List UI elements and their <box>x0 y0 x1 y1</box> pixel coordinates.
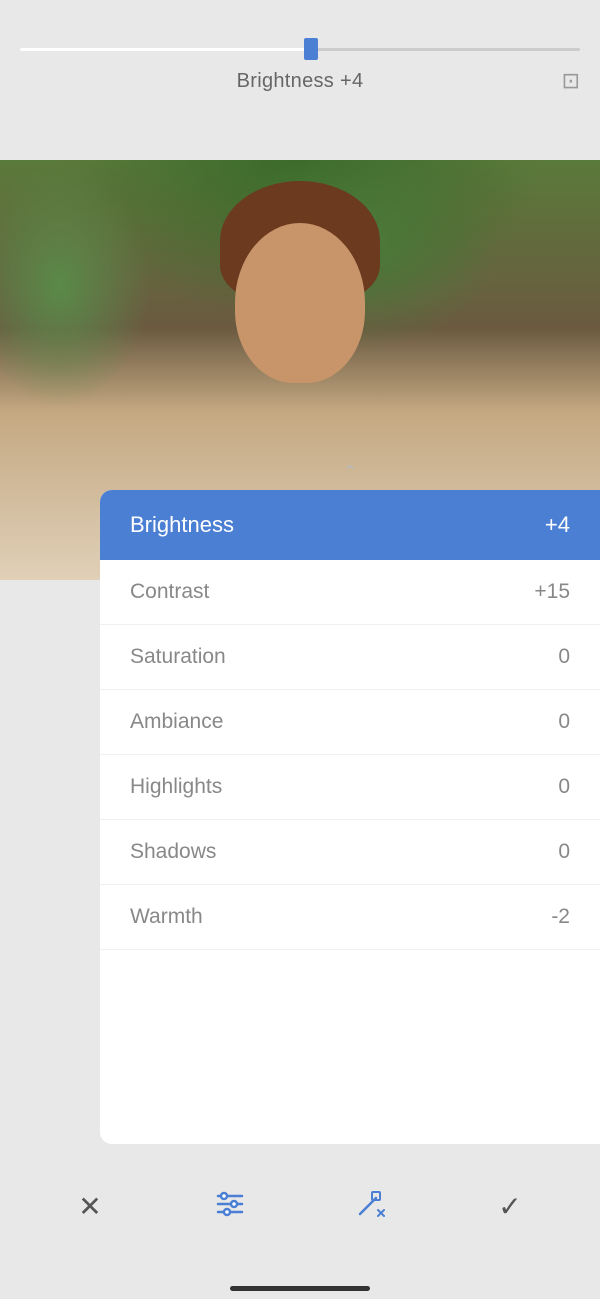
panel-row-contrast[interactable]: Contrast +15 <box>100 560 600 625</box>
highlights-value: 0 <box>558 775 570 799</box>
adjustments-panel: ⌃ Brightness +4 Contrast +15 Saturation … <box>100 490 600 1144</box>
ambiance-value: 0 <box>558 710 570 734</box>
ambiance-label: Ambiance <box>130 710 223 734</box>
bottom-toolbar: ✕ ✓ <box>0 1144 600 1299</box>
slider-label: Brightness +4 <box>237 70 364 93</box>
magic-button[interactable] <box>340 1177 400 1237</box>
contrast-label: Contrast <box>130 580 209 604</box>
slider-thumb[interactable] <box>304 38 318 60</box>
saturation-value: 0 <box>558 645 570 669</box>
check-icon: ✓ <box>498 1190 521 1223</box>
panel-up-arrow[interactable]: ⌃ <box>342 462 357 483</box>
compare-icon[interactable]: ⊡ <box>562 68 580 94</box>
highlights-label: Highlights <box>130 775 222 799</box>
shadows-label: Shadows <box>130 840 216 864</box>
slider-area: Brightness +4 ⊡ <box>0 0 600 140</box>
panel-row-warmth[interactable]: Warmth -2 <box>100 885 600 950</box>
panel-row-shadows[interactable]: Shadows 0 <box>100 820 600 885</box>
warmth-label: Warmth <box>130 905 203 929</box>
warmth-value: -2 <box>551 905 570 929</box>
face-shape <box>235 223 365 383</box>
panel-row-brightness-selected[interactable]: Brightness +4 <box>100 490 600 560</box>
sliders-icon <box>214 1188 246 1225</box>
close-icon: ✕ <box>78 1190 101 1223</box>
panel-row-highlights[interactable]: Highlights 0 <box>100 755 600 820</box>
slider-label-row: Brightness +4 ⊡ <box>20 70 580 93</box>
brightness-value: +4 <box>545 512 570 538</box>
slider-track-container[interactable] <box>20 48 580 52</box>
shadows-value: 0 <box>558 840 570 864</box>
adjustments-button[interactable] <box>200 1177 260 1237</box>
brightness-label: Brightness <box>130 512 234 538</box>
cancel-button[interactable]: ✕ <box>60 1177 120 1237</box>
home-indicator <box>230 1286 370 1291</box>
magic-wand-icon <box>354 1188 386 1225</box>
slider-fill <box>20 48 311 51</box>
contrast-value: +15 <box>534 580 570 604</box>
saturation-label: Saturation <box>130 645 226 669</box>
confirm-button[interactable]: ✓ <box>480 1177 540 1237</box>
panel-row-saturation[interactable]: Saturation 0 <box>100 625 600 690</box>
panel-row-ambiance[interactable]: Ambiance 0 <box>100 690 600 755</box>
